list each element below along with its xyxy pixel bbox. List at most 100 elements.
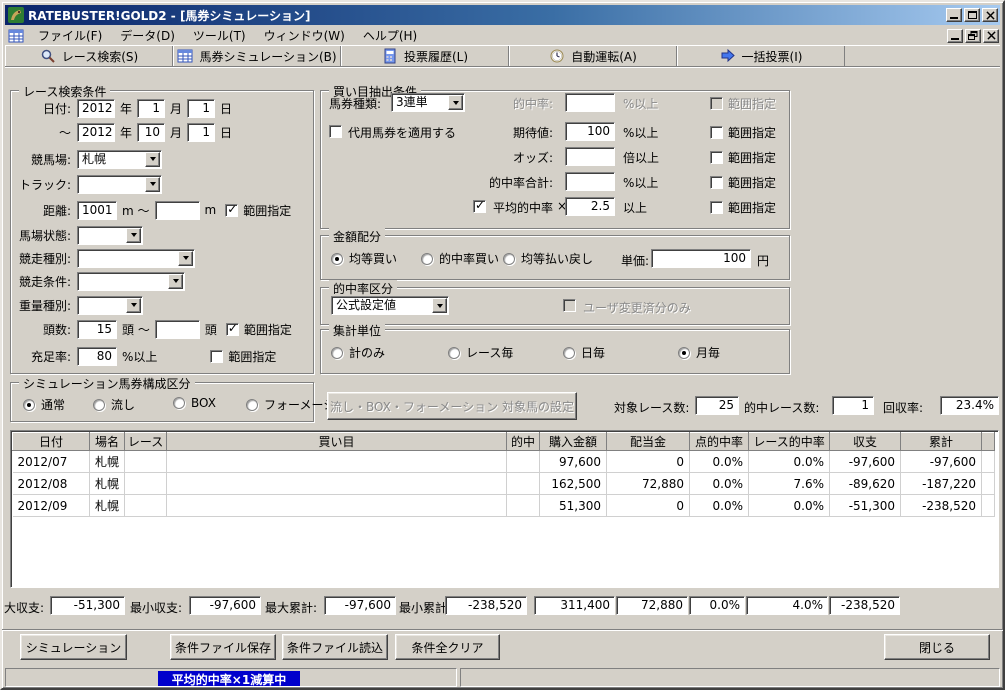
toolbar-button-label: 投票履歴(L): [403, 49, 469, 64]
radio-equal-payout[interactable]: 均等払い戻し: [503, 250, 593, 267]
col-header-point-hit-rate[interactable]: 点的中率: [689, 432, 750, 451]
menu-file[interactable]: ファイル(F): [29, 26, 111, 45]
avg-hit-rate-input[interactable]: 2.5: [565, 197, 615, 216]
toolbar-button-batch-vote[interactable]: 一括投票(I): [677, 46, 845, 66]
odds-range-checkbox[interactable]: [710, 151, 723, 164]
expected-value-range-checkbox[interactable]: [710, 126, 723, 139]
hit-races-label: 的中レース数:: [744, 401, 820, 415]
radio-icon: [173, 397, 185, 409]
date-to-day-input[interactable]: 1: [187, 122, 216, 142]
col-header-hit[interactable]: 的中: [506, 432, 541, 451]
distance-to-input[interactable]: [154, 200, 200, 220]
substitute-ticket-checkbox[interactable]: [329, 125, 342, 138]
heads-from-input[interactable]: 15: [77, 319, 117, 339]
fill-rate-input[interactable]: 80: [77, 346, 117, 366]
close-button[interactable]: [982, 8, 998, 22]
user-modified-only-label: ユーザ変更済分のみ: [583, 301, 691, 315]
heads-to-input[interactable]: [154, 319, 200, 339]
radio-total-only[interactable]: 計のみ: [331, 344, 385, 361]
col-header-date[interactable]: 日付: [12, 432, 90, 451]
cell-date: 2012/09: [12, 494, 90, 517]
toolbar-button-ticket-simulation[interactable]: 馬券シミュレーション(B): [173, 46, 341, 66]
race-condition-select[interactable]: [77, 271, 185, 291]
col-header-cumulative[interactable]: 累計: [900, 432, 983, 451]
col-header-purchase[interactable]: 購入金額: [539, 432, 608, 451]
toolbar-button-auto-run[interactable]: 自動運転(A): [509, 46, 677, 66]
range-label: 範囲指定: [728, 126, 777, 140]
radio-nagashi[interactable]: 流し: [93, 396, 135, 413]
mdi-document-icon[interactable]: [8, 28, 24, 44]
fill-rate-range-checkbox[interactable]: [210, 349, 224, 363]
date-to-year-input[interactable]: 2012: [77, 122, 115, 142]
toolbar-button-vote-history[interactable]: 投票履歴(L): [341, 46, 509, 66]
window-title: RATEBUSTER!GOLD2 - [馬券シミュレーション]: [28, 8, 311, 23]
track-select[interactable]: [77, 174, 162, 194]
distance-from-input[interactable]: 1001: [77, 200, 117, 220]
aggregate-unit-group: 集計単位 計のみ レース毎 日毎 月毎: [320, 322, 790, 374]
avg-hit-rate-range-checkbox[interactable]: [710, 201, 723, 214]
save-condition-file-button[interactable]: 条件ファイル保存: [170, 634, 276, 660]
minimize-icon: [950, 17, 958, 19]
simulation-button[interactable]: シミュレーション: [20, 634, 127, 660]
menu-window[interactable]: ウィンドウ(W): [255, 26, 354, 45]
toolbar-button-race-search[interactable]: レース検索(S): [5, 46, 173, 66]
menu-data[interactable]: データ(D): [111, 26, 184, 45]
minimize-button[interactable]: [946, 8, 962, 22]
weight-type-label: 重量種別:: [18, 298, 71, 313]
radio-label: BOX: [191, 396, 216, 410]
radio-equal-buy[interactable]: 均等買い: [331, 250, 397, 267]
mdi-restore-button[interactable]: [965, 28, 981, 43]
col-header-bet[interactable]: 買い目: [166, 432, 508, 451]
radio-per-day[interactable]: 日毎: [563, 344, 605, 361]
radio-per-race[interactable]: レース毎: [448, 344, 513, 361]
year-label: 年: [120, 101, 133, 116]
clock-icon: [549, 48, 565, 64]
distance-label: 距離:: [42, 203, 71, 218]
date-from-day-input[interactable]: 1: [187, 98, 216, 118]
radio-hit-rate-buy[interactable]: 的中率買い: [421, 250, 499, 267]
date-from-month-input[interactable]: 1: [137, 98, 166, 118]
table-row[interactable]: 2012/09 札幌 51,300 0 0.0% 0.0% -51,300 -2…: [12, 494, 996, 517]
group-title: シミュレーション馬券構成区分: [19, 375, 195, 392]
clear-all-conditions-button[interactable]: 条件全クリア: [395, 634, 500, 660]
mdi-close-button[interactable]: [983, 28, 999, 43]
menu-help[interactable]: ヘルプ(H): [354, 26, 426, 45]
expected-value-input[interactable]: 100: [565, 122, 615, 141]
col-header-payout[interactable]: 配当金: [606, 432, 691, 451]
mdi-minimize-button[interactable]: [947, 28, 963, 43]
race-type-select[interactable]: [77, 248, 195, 268]
heads-range-checkbox[interactable]: [225, 322, 239, 336]
hit-rate-class-select[interactable]: 公式設定値: [331, 296, 449, 315]
track-condition-select[interactable]: [77, 225, 143, 245]
date-to-month-input[interactable]: 10: [137, 122, 166, 142]
date-from-year-input[interactable]: 2012: [77, 98, 115, 118]
load-condition-file-button[interactable]: 条件ファイル読込: [282, 634, 388, 660]
weight-type-select[interactable]: [77, 295, 143, 315]
total-race-hit-rate-value: 4.0%: [746, 596, 828, 615]
radio-per-month[interactable]: 月毎: [678, 344, 720, 361]
total-purchase-value: 311,400: [534, 596, 615, 615]
table-row[interactable]: 2012/07 札幌 97,600 0 0.0% 0.0% -97,600 -9…: [12, 450, 996, 473]
max-cumulative-value: -97,600: [324, 596, 396, 615]
hit-rate-total-input[interactable]: [565, 172, 615, 191]
range-label: 範囲指定: [728, 151, 777, 165]
table-row[interactable]: 2012/08 札幌 162,500 72,880 0.0% 7.6% -89,…: [12, 472, 996, 495]
course-select[interactable]: 札幌: [77, 149, 162, 169]
distance-range-checkbox[interactable]: [225, 203, 239, 217]
col-header-venue[interactable]: 場名: [88, 432, 126, 451]
close-window-button[interactable]: 閉じる: [884, 634, 990, 660]
maximize-button[interactable]: [964, 8, 980, 22]
col-header-balance[interactable]: 収支: [829, 432, 902, 451]
hit-rate-total-range-checkbox[interactable]: [710, 176, 723, 189]
race-condition-label: 競走条件:: [18, 274, 71, 289]
radio-normal[interactable]: 通常: [23, 396, 65, 413]
unit-price-input[interactable]: 100: [651, 249, 751, 268]
radio-box[interactable]: BOX: [173, 396, 216, 410]
odds-input[interactable]: [565, 147, 615, 166]
menu-tools[interactable]: ツール(T): [184, 26, 255, 45]
course-label: 競馬場:: [30, 152, 71, 167]
hit-rate-input: [565, 93, 615, 112]
target-races-label: 対象レース数:: [614, 401, 690, 415]
col-header-race-hit-rate[interactable]: レース的中率: [748, 432, 831, 451]
col-header-race[interactable]: レース: [124, 432, 168, 451]
